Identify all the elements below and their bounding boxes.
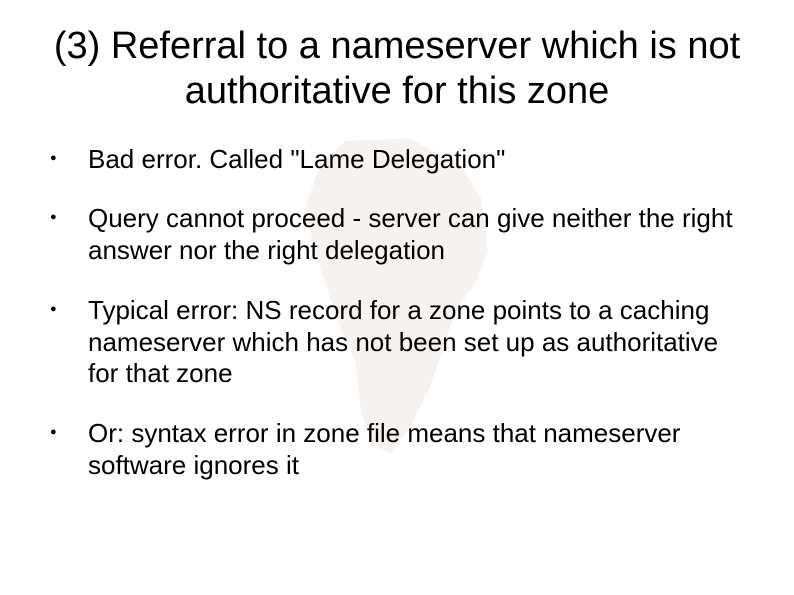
bullet-list: Bad error. Called "Lame Delegation" Quer… [40,144,754,482]
bullet-item: Query cannot proceed - server can give n… [50,203,754,266]
slide-title: (3) Referral to a nameserver which is no… [40,24,754,114]
bullet-item: Bad error. Called "Lame Delegation" [50,144,754,176]
bullet-item: Or: syntax error in zone file means that… [50,418,754,481]
bullet-item: Typical error: NS record for a zone poin… [50,295,754,390]
